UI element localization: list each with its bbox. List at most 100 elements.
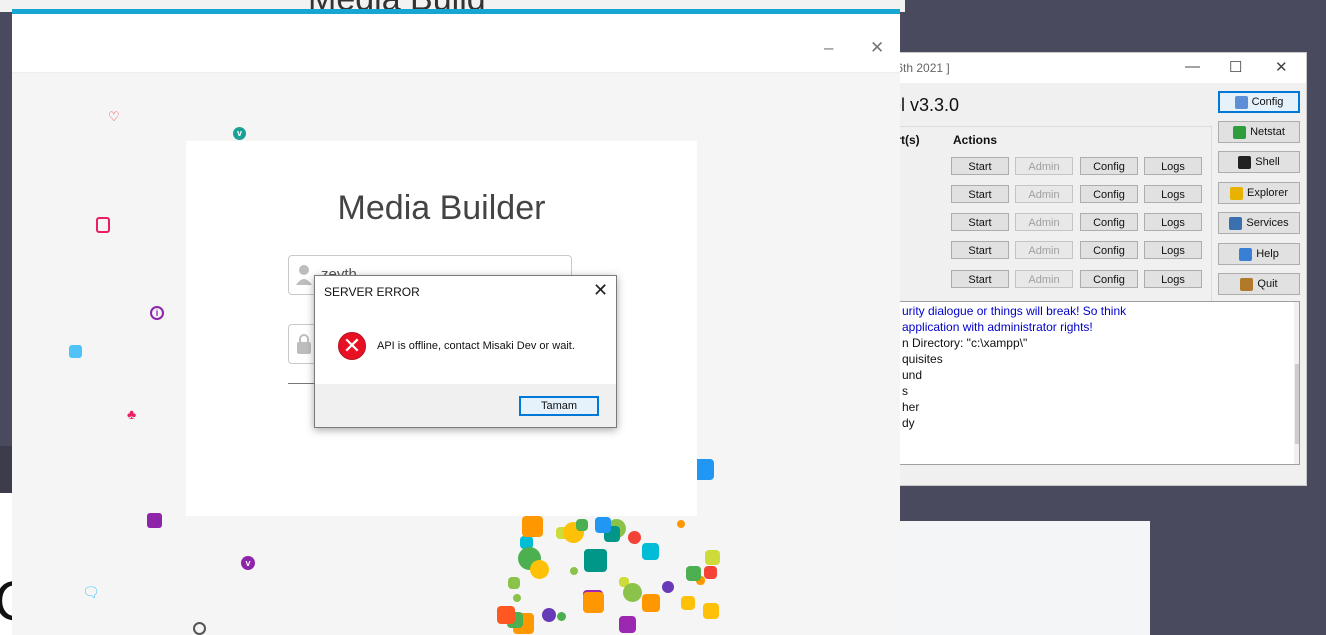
admin-button[interactable]: Admin — [1015, 241, 1073, 259]
vimeo-icon: v — [233, 127, 246, 140]
log-line: application with administrator rights! — [902, 320, 1093, 334]
services-icon — [1229, 216, 1243, 230]
heart-icon: ♡ — [108, 109, 120, 124]
instagram-icon — [69, 345, 82, 358]
actions-column-header: Actions — [953, 133, 998, 147]
close-icon[interactable]: ✕ — [1275, 58, 1288, 76]
maximize-icon[interactable]: ☐ — [1229, 58, 1242, 76]
sidebar-button-netstat[interactable]: Netstat — [1218, 121, 1300, 143]
scroll-down-icon[interactable]: ▼ — [1297, 450, 1299, 460]
minimize-icon[interactable]: — — [1185, 58, 1200, 75]
decorative-social-icon — [541, 608, 556, 623]
user-icon — [295, 263, 313, 287]
config-button[interactable]: Config — [1080, 270, 1138, 288]
wordpress-icon — [193, 622, 206, 635]
config-button[interactable]: Config — [1080, 241, 1138, 259]
dialog-title: SERVER ERROR — [324, 285, 420, 299]
ok-button[interactable]: Tamam — [519, 396, 599, 416]
background-window-fragment-right — [900, 521, 1150, 635]
sidebar-button-quit[interactable]: Quit — [1218, 273, 1300, 295]
sidebar-button-help[interactable]: Help — [1218, 243, 1300, 265]
sidebar-button-label: Quit — [1257, 278, 1278, 290]
log-line: s — [902, 384, 908, 398]
decorative-social-icon — [584, 549, 608, 573]
scroll-up-icon[interactable]: ▲ — [1297, 304, 1299, 314]
decorative-social-icon — [529, 560, 549, 580]
decorative-social-icon — [556, 612, 566, 622]
logs-button[interactable]: Logs — [1144, 241, 1202, 259]
instagram-icon-purple — [147, 513, 162, 528]
start-button[interactable]: Start — [951, 157, 1009, 175]
sidebar-button-label: Explorer — [1247, 187, 1288, 199]
app-title: Media Builder — [337, 189, 546, 227]
sidebar-button-label: Netstat — [1250, 126, 1285, 138]
decorative-social-icon — [705, 550, 721, 566]
vimeo-icon-purple: v — [241, 556, 255, 570]
sidebar-button-label: Services — [1246, 217, 1289, 229]
decorative-social-icon — [575, 518, 588, 531]
document-icon — [96, 217, 110, 233]
server-error-dialog: SERVER ERROR ✕ ✕ API is offline, contact… — [314, 275, 617, 428]
decorative-social-icon — [582, 591, 604, 613]
wrench-icon — [1234, 95, 1248, 109]
decorative-social-icon — [496, 605, 515, 624]
close-icon[interactable]: ✕ — [593, 280, 608, 301]
logs-button[interactable]: Logs — [1144, 157, 1202, 175]
admin-button[interactable]: Admin — [1015, 270, 1073, 288]
media-builder-titlebar: – ✕ — [12, 14, 900, 73]
decorative-social-icon — [661, 580, 674, 593]
folder-icon — [1230, 186, 1244, 200]
log-line: urity dialogue or things will break! So … — [902, 304, 1127, 318]
decorative-social-icon — [641, 593, 660, 612]
log-line: dy — [902, 416, 915, 430]
log-line: und — [902, 368, 923, 382]
close-icon[interactable]: ✕ — [870, 38, 884, 58]
config-button[interactable]: Config — [1080, 185, 1138, 203]
xampp-titlebar: r 6th 2021 ] — ☐ ✕ — [881, 53, 1306, 83]
start-button[interactable]: Start — [951, 185, 1009, 203]
log-scrollbar[interactable]: ▲ ▼ — [1294, 302, 1299, 464]
admin-button[interactable]: Admin — [1015, 157, 1073, 175]
log-line: her — [902, 400, 920, 414]
decorative-social-icon — [702, 602, 719, 619]
admin-button[interactable]: Admin — [1015, 213, 1073, 231]
admin-button[interactable]: Admin — [1015, 185, 1073, 203]
log-line: quisites — [902, 352, 943, 366]
logs-button[interactable]: Logs — [1144, 213, 1202, 231]
minimize-icon[interactable]: – — [824, 38, 833, 58]
decorative-social-icon — [704, 565, 718, 579]
config-button[interactable]: Config — [1080, 213, 1138, 231]
decorative-social-icon — [686, 565, 702, 581]
config-button[interactable]: Config — [1080, 157, 1138, 175]
log-line: n Directory: "c:\xampp\" — [902, 336, 1028, 350]
error-icon: ✕ — [338, 332, 366, 360]
decorative-social-icon — [619, 616, 637, 634]
sidebar-button-config[interactable]: Config — [1218, 91, 1300, 113]
chat-icon: 🗨 — [82, 584, 100, 600]
club-icon: ♣ — [127, 406, 137, 422]
decorative-social-icon — [522, 515, 544, 537]
start-button[interactable]: Start — [951, 241, 1009, 259]
decorative-social-icon — [507, 577, 520, 590]
logs-button[interactable]: Logs — [1144, 185, 1202, 203]
sidebar-button-label: Shell — [1255, 156, 1280, 168]
decorative-social-icon — [676, 519, 685, 528]
decorative-social-icon — [680, 595, 695, 610]
help-icon — [1239, 247, 1253, 261]
dialog-message: API is offline, contact Misaki Dev or wa… — [377, 340, 575, 352]
sidebar-button-shell[interactable]: Shell — [1218, 151, 1300, 173]
start-button[interactable]: Start — [951, 270, 1009, 288]
scrollbar-thumb[interactable] — [1295, 364, 1299, 444]
log-output[interactable]: urity dialogue or things will break! So … — [895, 301, 1300, 465]
sidebar-button-explorer[interactable]: Explorer — [1218, 182, 1300, 204]
globe-icon — [1233, 125, 1247, 139]
decorative-social-icon — [642, 543, 660, 561]
dialog-footer: Tamam — [315, 384, 616, 427]
decorative-social-icon — [627, 530, 641, 544]
sidebar-button-label: Help — [1256, 248, 1279, 260]
start-button[interactable]: Start — [951, 213, 1009, 231]
logs-button[interactable]: Logs — [1144, 270, 1202, 288]
terminal-icon — [1238, 155, 1252, 169]
decorative-social-icon — [595, 516, 612, 533]
sidebar-button-services[interactable]: Services — [1218, 212, 1300, 234]
